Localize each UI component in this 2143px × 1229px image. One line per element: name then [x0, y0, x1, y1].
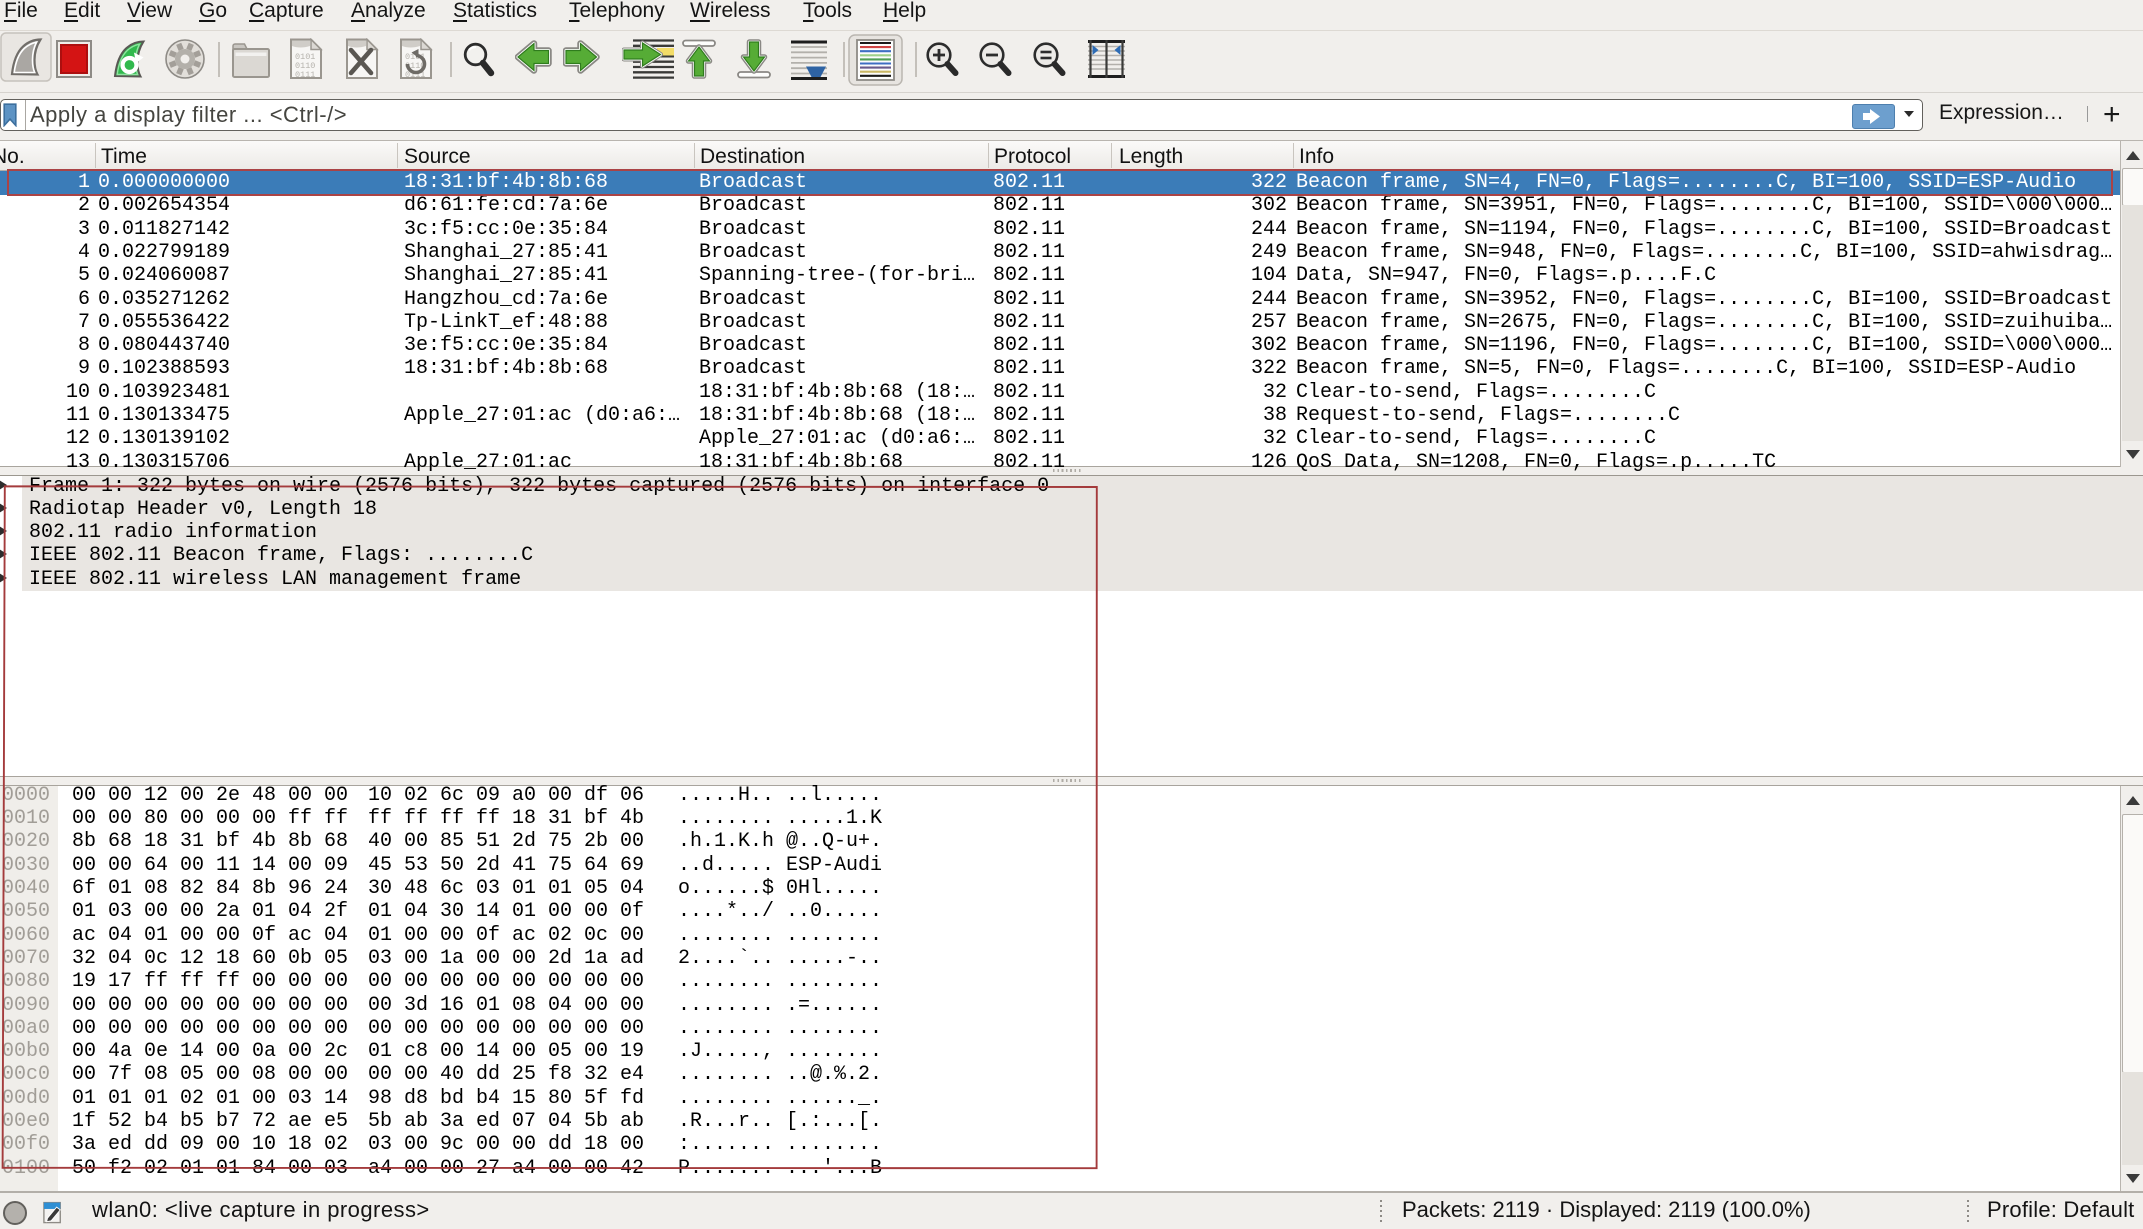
svg-text:0111: 0111	[295, 70, 315, 80]
